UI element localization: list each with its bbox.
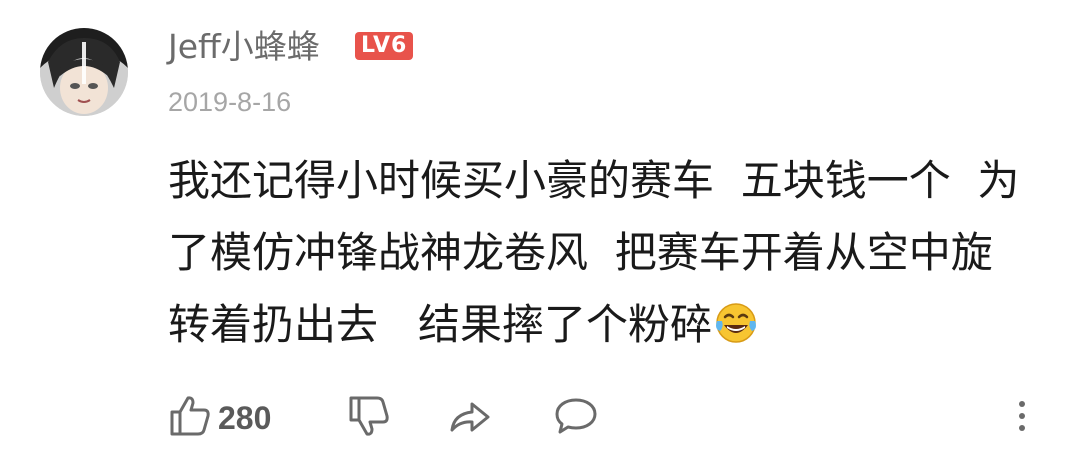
- level-badge: LV6: [355, 32, 414, 60]
- share-icon: [446, 392, 494, 444]
- more-vertical-icon: [1012, 392, 1032, 444]
- more-button[interactable]: [1012, 388, 1032, 448]
- comment-card: Jeff小蜂蜂 LV6 2019-8-16 我还记得小时候买小豪的赛车 五块钱一…: [0, 0, 1080, 458]
- avatar[interactable]: [40, 28, 128, 116]
- share-button[interactable]: [446, 388, 494, 448]
- laughing-tears-icon: [714, 300, 758, 344]
- comment-line: 我还记得小时候买小豪的赛车 五块钱一个 为: [168, 156, 1020, 205]
- comment-line-last: 转着扔出去 结果摔了个粉碎: [168, 294, 1048, 366]
- thumbs-down-icon: [345, 392, 393, 444]
- comment-body: 我还记得小时候买小豪的赛车 五块钱一个 为 了模仿冲锋战神龙卷风 把赛车开着从空…: [168, 150, 1048, 366]
- comment-line: 了模仿冲锋战神龙卷风 把赛车开着从空中旋: [168, 228, 993, 277]
- like-button[interactable]: 280: [166, 388, 271, 448]
- comment-button[interactable]: [552, 388, 600, 448]
- like-count: 280: [218, 399, 272, 436]
- comment-line-text: 转着扔出去 结果摔了个粉碎: [168, 300, 713, 349]
- username[interactable]: Jeff小蜂蜂: [168, 27, 320, 67]
- comment-date: 2019-8-16: [168, 87, 292, 117]
- comment-icon: [552, 392, 600, 444]
- thumbs-up-icon: [166, 392, 214, 444]
- action-bar: 280: [0, 388, 1080, 448]
- dislike-button[interactable]: [345, 388, 393, 448]
